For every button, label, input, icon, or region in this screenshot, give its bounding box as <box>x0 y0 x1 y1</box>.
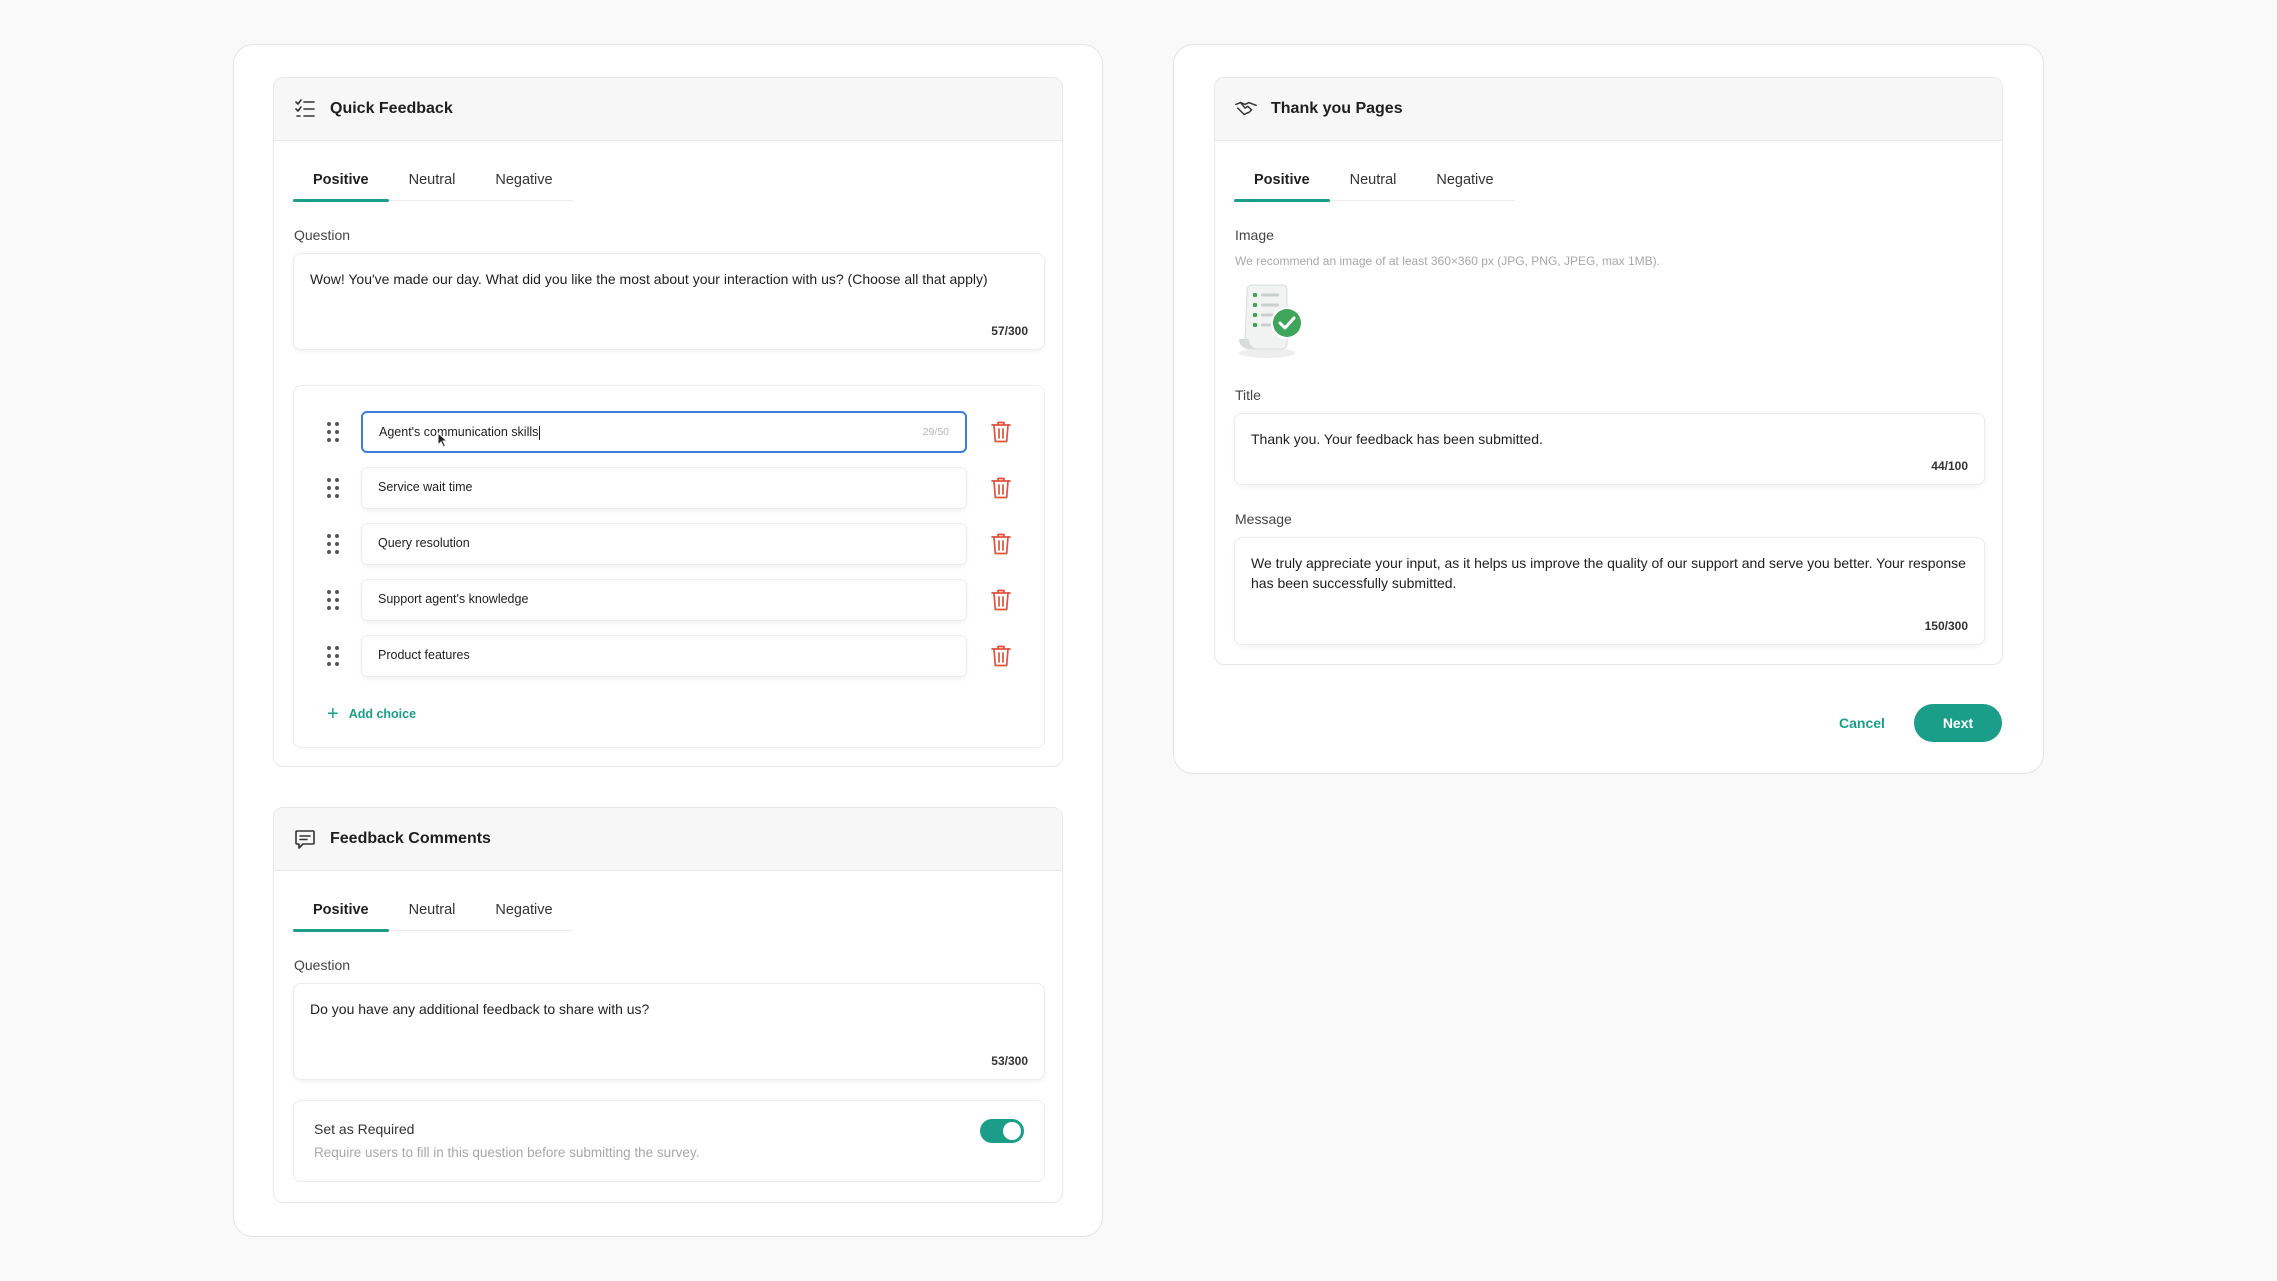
thank-you-pages-card: Thank you Pages Positive Neutral Negativ… <box>1214 77 2003 665</box>
quick-feedback-card: Quick Feedback Positive Neutral Negative… <box>273 77 1063 767</box>
handshake-icon <box>1235 101 1257 116</box>
choice-input[interactable]: Agent's communication skills 29/50 <box>361 411 967 453</box>
char-count: 150/300 <box>1924 619 1968 633</box>
drag-handle-icon[interactable] <box>326 533 340 555</box>
choice-value: Agent's communication skills <box>379 425 539 439</box>
message-field[interactable]: We truly appreciate your input, as it he… <box>1234 537 1985 645</box>
tab-negative[interactable]: Negative <box>475 890 572 930</box>
mouse-cursor-icon <box>437 432 449 448</box>
cancel-button[interactable]: Cancel <box>1822 704 1902 742</box>
add-choice-button[interactable]: + Add choice <box>327 703 417 725</box>
choice-row: Support agent's knowledge <box>294 579 1044 621</box>
choice-row: Service wait time <box>294 467 1044 509</box>
message-label: Message <box>1235 511 1292 527</box>
choice-input[interactable]: Query resolution <box>361 523 967 565</box>
trash-icon[interactable] <box>990 476 1012 500</box>
trash-icon[interactable] <box>990 420 1012 444</box>
choice-input[interactable]: Service wait time <box>361 467 967 509</box>
feedback-comments-header: Feedback Comments <box>274 808 1062 871</box>
required-title: Set as Required <box>314 1121 415 1137</box>
required-setting: Set as Required Require users to fill in… <box>293 1100 1045 1182</box>
tab-positive[interactable]: Positive <box>293 160 389 202</box>
char-count: 57/300 <box>991 324 1028 338</box>
comment-icon <box>295 830 315 849</box>
drag-handle-icon[interactable] <box>326 589 340 611</box>
choice-row: Agent's communication skills 29/50 <box>294 411 1044 453</box>
choice-value: Service wait time <box>378 480 473 494</box>
trash-icon[interactable] <box>990 532 1012 556</box>
char-count: 44/100 <box>1931 459 1968 473</box>
char-count: 53/300 <box>991 1054 1028 1068</box>
title-text: Thank you. Your feedback has been submit… <box>1251 431 1543 447</box>
feedback-comments-tabs: Positive Neutral Negative <box>293 890 573 932</box>
card-title: Feedback Comments <box>330 830 491 847</box>
card-title: Thank you Pages <box>1271 100 1403 117</box>
choice-value: Query resolution <box>378 536 470 550</box>
required-description: Require users to fill in this question b… <box>314 1145 700 1160</box>
choice-row: Product features <box>294 635 1044 677</box>
choice-value: Support agent's knowledge <box>378 592 529 606</box>
tab-negative[interactable]: Negative <box>475 160 572 200</box>
tab-neutral[interactable]: Neutral <box>1330 160 1417 200</box>
add-choice-label: Add choice <box>348 707 417 721</box>
title-field[interactable]: Thank you. Your feedback has been submit… <box>1234 413 1985 485</box>
thank-you-pages-header: Thank you Pages <box>1215 78 2002 141</box>
quick-feedback-tabs: Positive Neutral Negative <box>293 160 573 202</box>
choice-input[interactable]: Support agent's knowledge <box>361 579 967 621</box>
thank-you-illustration[interactable] <box>1233 281 1313 361</box>
choice-value: Product features <box>378 648 470 662</box>
drag-handle-icon[interactable] <box>326 421 340 443</box>
message-text: We truly appreciate your input, as it he… <box>1251 555 1966 591</box>
trash-icon[interactable] <box>990 644 1012 668</box>
text-caret <box>539 425 541 440</box>
plus-icon: + <box>327 703 339 725</box>
card-title: Quick Feedback <box>330 100 453 117</box>
drag-handle-icon[interactable] <box>326 645 340 667</box>
toggle-knob <box>1003 1122 1021 1140</box>
question-label: Question <box>294 957 351 973</box>
tab-neutral[interactable]: Neutral <box>389 160 476 200</box>
question-field[interactable]: Do you have any additional feedback to s… <box>293 983 1045 1080</box>
tab-negative[interactable]: Negative <box>1416 160 1513 200</box>
tab-positive[interactable]: Positive <box>1234 160 1330 202</box>
image-hint: We recommend an image of at least 360×36… <box>1235 254 1660 268</box>
choice-row: Query resolution <box>294 523 1044 565</box>
question-text: Wow! You've made our day. What did you l… <box>310 271 988 287</box>
image-label: Image <box>1235 227 1274 243</box>
question-field[interactable]: Wow! You've made our day. What did you l… <box>293 253 1045 350</box>
tab-positive[interactable]: Positive <box>293 890 389 932</box>
required-toggle[interactable] <box>980 1119 1024 1143</box>
choice-input[interactable]: Product features <box>361 635 967 677</box>
title-label: Title <box>1235 387 1261 403</box>
thank-you-tabs: Positive Neutral Negative <box>1234 160 1514 202</box>
tab-neutral[interactable]: Neutral <box>389 890 476 930</box>
drag-handle-icon[interactable] <box>326 477 340 499</box>
question-text: Do you have any additional feedback to s… <box>310 1001 650 1017</box>
feedback-comments-card: Feedback Comments Positive Neutral Negat… <box>273 807 1063 1203</box>
choice-char-count: 29/50 <box>922 426 949 438</box>
quick-feedback-header: Quick Feedback <box>274 78 1062 141</box>
question-label: Question <box>294 227 351 243</box>
trash-icon[interactable] <box>990 588 1012 612</box>
next-button[interactable]: Next <box>1914 704 2002 742</box>
checklist-icon <box>295 99 315 117</box>
choices-list: Agent's communication skills 29/50 Servi… <box>293 385 1045 748</box>
